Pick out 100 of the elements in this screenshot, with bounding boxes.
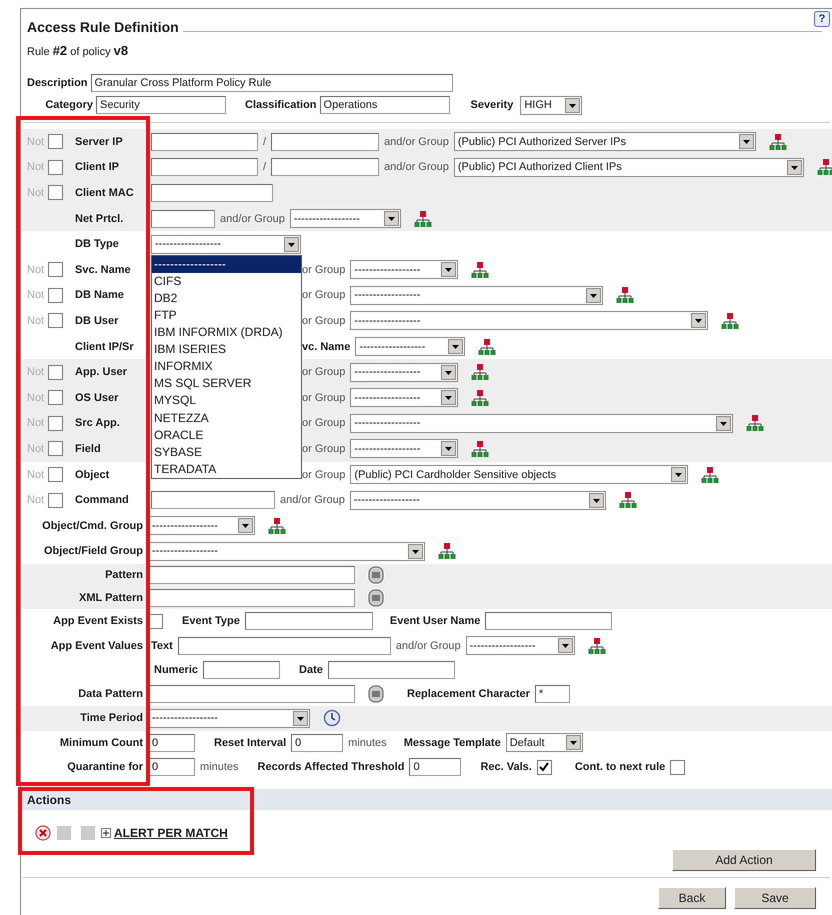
not-checkbox[interactable]: [48, 364, 64, 380]
hierarchy-icon[interactable]: [588, 636, 606, 655]
dropdown[interactable]: ------------------: [350, 286, 604, 305]
hierarchy-icon[interactable]: [268, 516, 286, 535]
text-field[interactable]: [148, 588, 355, 607]
checkbox[interactable]: [670, 760, 686, 775]
not-checkbox[interactable]: [48, 390, 64, 406]
hierarchy-icon[interactable]: [471, 260, 490, 279]
not-checkbox[interactable]: [48, 288, 64, 303]
dropdown-option[interactable]: IBM ISERIES: [152, 341, 301, 358]
back-button[interactable]: Back: [658, 887, 726, 910]
not-checkbox[interactable]: [48, 441, 64, 456]
text-field[interactable]: 0: [148, 734, 195, 752]
dropdown-option[interactable]: TERADATA: [152, 460, 301, 478]
hierarchy-icon[interactable]: [816, 158, 832, 176]
dropdown-option[interactable]: INFORMIX: [152, 358, 301, 376]
text-field[interactable]: [271, 132, 380, 151]
text-field[interactable]: [271, 158, 380, 176]
description-field[interactable]: Granular Cross Platform Policy Rule: [90, 74, 453, 92]
text-field[interactable]: [244, 612, 373, 630]
text-field[interactable]: [178, 636, 391, 655]
dropdown[interactable]: ------------------: [355, 337, 466, 356]
not-checkbox[interactable]: [48, 160, 64, 175]
dropdown-option[interactable]: SYBASE: [152, 444, 301, 461]
text-field[interactable]: [151, 210, 215, 228]
dropdown[interactable]: ------------------: [350, 388, 458, 408]
dropdown-option[interactable]: DB2: [152, 290, 301, 307]
dropdown[interactable]: ------------------: [350, 490, 606, 510]
dropdown[interactable]: ------------------: [148, 516, 255, 536]
expand-icon[interactable]: [101, 828, 111, 838]
not-checkbox[interactable]: [48, 313, 64, 328]
dropdown-option[interactable]: ORACLE: [152, 426, 301, 444]
text-field[interactable]: 0: [291, 734, 344, 752]
clock-icon[interactable]: [323, 709, 341, 728]
text-field[interactable]: 0: [409, 758, 462, 776]
text-field[interactable]: [485, 612, 612, 630]
dropdown[interactable]: ------------------: [350, 362, 458, 382]
text-field[interactable]: [151, 184, 273, 202]
not-checkbox[interactable]: [48, 262, 64, 278]
not-label: Not: [27, 494, 44, 506]
hierarchy-icon[interactable]: [616, 286, 634, 304]
dropdown-option[interactable]: CIFS: [152, 272, 301, 290]
hierarchy-icon[interactable]: [618, 491, 637, 510]
not-checkbox[interactable]: [48, 416, 64, 431]
action-link[interactable]: ALERT PER MATCH: [114, 826, 228, 840]
hierarchy-icon[interactable]: [471, 440, 490, 458]
delete-icon[interactable]: [35, 825, 51, 842]
text-field[interactable]: [148, 566, 355, 584]
not-label: Not: [27, 289, 44, 302]
help-button[interactable]: ?: [814, 11, 830, 27]
text-field[interactable]: [151, 132, 258, 151]
save-button[interactable]: Save: [734, 887, 816, 910]
caret-icon: [588, 492, 604, 508]
text-field[interactable]: *: [534, 685, 570, 704]
hierarchy-icon[interactable]: [471, 363, 490, 382]
field-caption: and/or Group: [220, 212, 285, 225]
dropdown-option[interactable]: ------------------: [152, 256, 301, 273]
dropdown[interactable]: (Public) PCI Cardholder Sensitive objects: [350, 465, 688, 484]
hierarchy-icon[interactable]: [701, 466, 720, 484]
text-field[interactable]: [203, 660, 280, 679]
dropdown[interactable]: (Public) PCI Authorized Server IPs: [454, 132, 756, 152]
dropdown[interactable]: ------------------: [350, 414, 734, 433]
text-field[interactable]: [148, 685, 355, 704]
dropdown[interactable]: ------------------: [148, 708, 310, 728]
regex-icon[interactable]: [368, 566, 384, 584]
dropdown-option[interactable]: IBM INFORMIX (DRDA): [152, 324, 301, 342]
dropdown-option[interactable]: MS SQL SERVER: [152, 375, 301, 392]
dropdown[interactable]: ------------------: [466, 636, 575, 656]
dropdown[interactable]: ------------------: [290, 209, 401, 228]
regex-icon[interactable]: [368, 588, 384, 607]
category-field[interactable]: Security: [96, 96, 226, 114]
hierarchy-icon[interactable]: [721, 312, 740, 330]
hierarchy-icon[interactable]: [414, 210, 432, 228]
dropdown[interactable]: Default: [506, 733, 583, 752]
classification-field[interactable]: Operations: [320, 96, 450, 114]
add-action-button[interactable]: Add Action: [672, 849, 816, 872]
dropdown-option[interactable]: MYSQL: [152, 392, 301, 410]
hierarchy-icon[interactable]: [746, 414, 764, 432]
hierarchy-icon[interactable]: [438, 542, 456, 560]
not-checkbox[interactable]: [48, 134, 64, 150]
not-checkbox[interactable]: [48, 185, 64, 200]
regex-icon[interactable]: [368, 685, 384, 704]
not-checkbox[interactable]: [48, 492, 64, 508]
text-field[interactable]: 0: [148, 758, 195, 776]
text-field[interactable]: [151, 158, 258, 176]
hierarchy-icon[interactable]: [471, 388, 490, 407]
dropdown[interactable]: ------------------: [350, 439, 458, 458]
dropdown-option[interactable]: NETEZZA: [152, 410, 301, 427]
checkbox[interactable]: [536, 760, 552, 775]
not-checkbox[interactable]: [48, 467, 64, 482]
dropdown[interactable]: ------------------: [350, 311, 708, 330]
hierarchy-icon[interactable]: [478, 338, 496, 356]
dropdown[interactable]: ------------------: [350, 260, 458, 280]
severity-dropdown[interactable]: HIGH: [520, 96, 582, 114]
dropdown[interactable]: (Public) PCI Authorized Client IPs: [454, 158, 804, 177]
dropdown-option[interactable]: FTP: [152, 306, 301, 324]
text-field[interactable]: [328, 660, 455, 679]
dropdown[interactable]: ------------------: [148, 542, 425, 561]
text-field[interactable]: [151, 491, 275, 510]
hierarchy-icon[interactable]: [768, 132, 787, 151]
